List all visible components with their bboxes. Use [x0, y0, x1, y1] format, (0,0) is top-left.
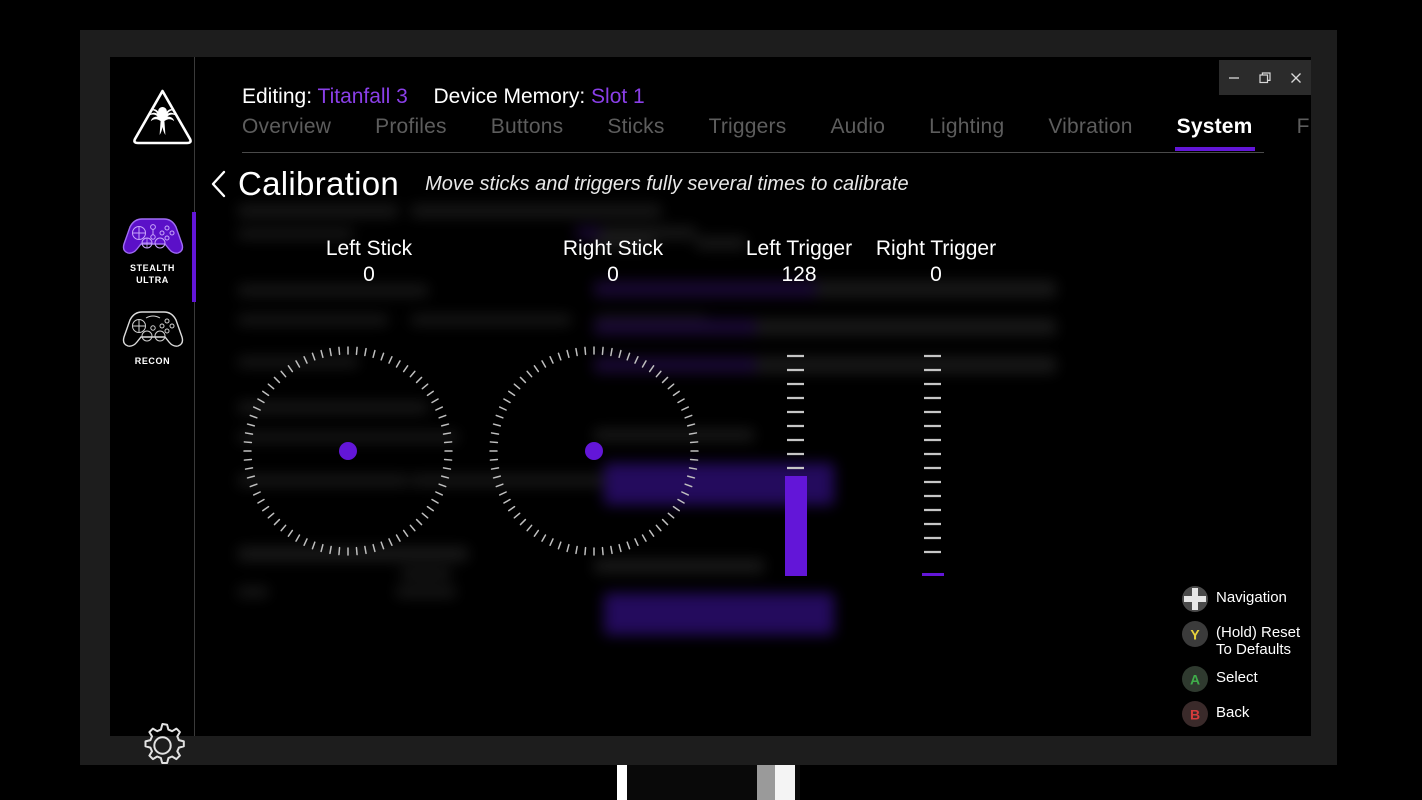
readout-value: 0 — [930, 263, 942, 286]
tab-buttons[interactable]: Buttons — [491, 115, 564, 149]
right-trigger-fill — [922, 573, 944, 576]
gear-icon[interactable] — [134, 717, 191, 774]
readout-right-trigger: Right Trigger 0 — [856, 237, 1016, 287]
section-header: Calibration Move sticks and triggers ful… — [206, 165, 909, 203]
legend-row-select: A Select — [1181, 665, 1311, 693]
minimize-icon[interactable] — [1221, 66, 1247, 90]
tab-firmware[interactable]: Firmware — [1297, 115, 1311, 149]
readout-value: 0 — [363, 263, 375, 286]
turtle-beach-palm-logo — [130, 85, 195, 150]
selection-indicator — [192, 212, 196, 302]
chevron-left-icon[interactable] — [206, 167, 232, 201]
sidebar: STEALTH ULTRA RECON — [110, 57, 196, 764]
left-trigger-gauge — [781, 352, 811, 582]
device-label-line2: ULTRA — [136, 275, 169, 285]
device-label-line1: RECON — [134, 356, 171, 366]
legend-row-navigation: Navigation — [1181, 585, 1311, 613]
tab-profiles[interactable]: Profiles — [375, 115, 447, 149]
controller-icon-recon — [110, 306, 195, 355]
tab-audio[interactable]: Audio — [830, 115, 885, 149]
legend-label: Navigation — [1216, 589, 1287, 606]
editing-status-line: Editing: Titanfall 3 Device Memory: Slot… — [242, 85, 645, 109]
button-legend: Navigation Y (Hold) Reset To Defaults A — [1181, 585, 1311, 735]
sidebar-device-recon[interactable]: RECON — [110, 300, 195, 371]
legend-label: (Hold) Reset To Defaults — [1216, 624, 1301, 658]
readout-value: 128 — [781, 263, 817, 286]
main-content: Editing: Titanfall 3 Device Memory: Slot… — [196, 57, 1311, 736]
readout-label: Left Stick — [325, 237, 413, 260]
left-trigger-fill — [785, 476, 807, 576]
tab-vibration[interactable]: Vibration — [1048, 115, 1132, 149]
readout-label: Left Trigger — [745, 237, 853, 260]
readout-label: Right Stick — [562, 237, 664, 260]
b-button-icon: B — [1181, 700, 1209, 728]
tab-sticks[interactable]: Sticks — [607, 115, 664, 149]
calibration-readouts: Left Stick 0 Right Stick 0 Left Trigger … — [196, 237, 1311, 597]
legend-row-back: B Back — [1181, 700, 1311, 728]
device-label-line1: STEALTH — [129, 263, 176, 273]
close-icon[interactable] — [1283, 66, 1309, 90]
restore-icon[interactable] — [1252, 66, 1278, 90]
window-controls — [1219, 60, 1311, 95]
readout-right-stick: Right Stick 0 — [508, 237, 718, 287]
tab-lighting[interactable]: Lighting — [929, 115, 1004, 149]
page-subtitle: Move sticks and triggers fully several t… — [425, 172, 909, 195]
device-memory-label: Device Memory: — [433, 85, 586, 108]
dpad-icon — [1181, 585, 1209, 613]
svg-text:Y: Y — [1190, 627, 1200, 643]
screen-root: STEALTH ULTRA RECON Editing: Titanfall 3… — [0, 0, 1422, 800]
editing-value[interactable]: Titanfall 3 — [318, 85, 408, 108]
svg-text:A: A — [1190, 672, 1200, 688]
left-stick-dial — [238, 341, 458, 561]
readout-value: 0 — [607, 263, 619, 286]
y-button-icon: Y — [1181, 620, 1209, 648]
sidebar-device-stealth-ultra[interactable]: STEALTH ULTRA — [110, 207, 196, 302]
a-button-icon: A — [1181, 665, 1209, 693]
legend-label: Select — [1216, 669, 1258, 686]
readout-label: Right Trigger — [875, 237, 997, 260]
right-trigger-gauge — [918, 352, 948, 582]
desktop-bottom-strip — [617, 765, 800, 800]
editing-label: Editing: — [242, 85, 313, 108]
tab-overview[interactable]: Overview — [242, 115, 331, 149]
device-list: STEALTH ULTRA RECON — [110, 207, 196, 371]
tab-system[interactable]: System — [1174, 115, 1255, 151]
legend-row-reset-defaults: Y (Hold) Reset To Defaults — [1181, 620, 1311, 658]
controller-icon-stealth-ultra — [110, 213, 195, 262]
device-memory-value[interactable]: Slot 1 — [591, 85, 645, 108]
legend-label: Back — [1216, 704, 1250, 721]
page-title: Calibration — [238, 165, 400, 202]
nav-tabs: Overview Profiles Buttons Sticks Trigger… — [242, 115, 1311, 153]
tab-triggers[interactable]: Triggers — [709, 115, 787, 149]
svg-text:B: B — [1190, 707, 1200, 723]
right-stick-dial — [484, 341, 704, 561]
readout-left-trigger: Left Trigger 128 — [719, 237, 879, 287]
readout-left-stick: Left Stick 0 — [264, 237, 474, 287]
